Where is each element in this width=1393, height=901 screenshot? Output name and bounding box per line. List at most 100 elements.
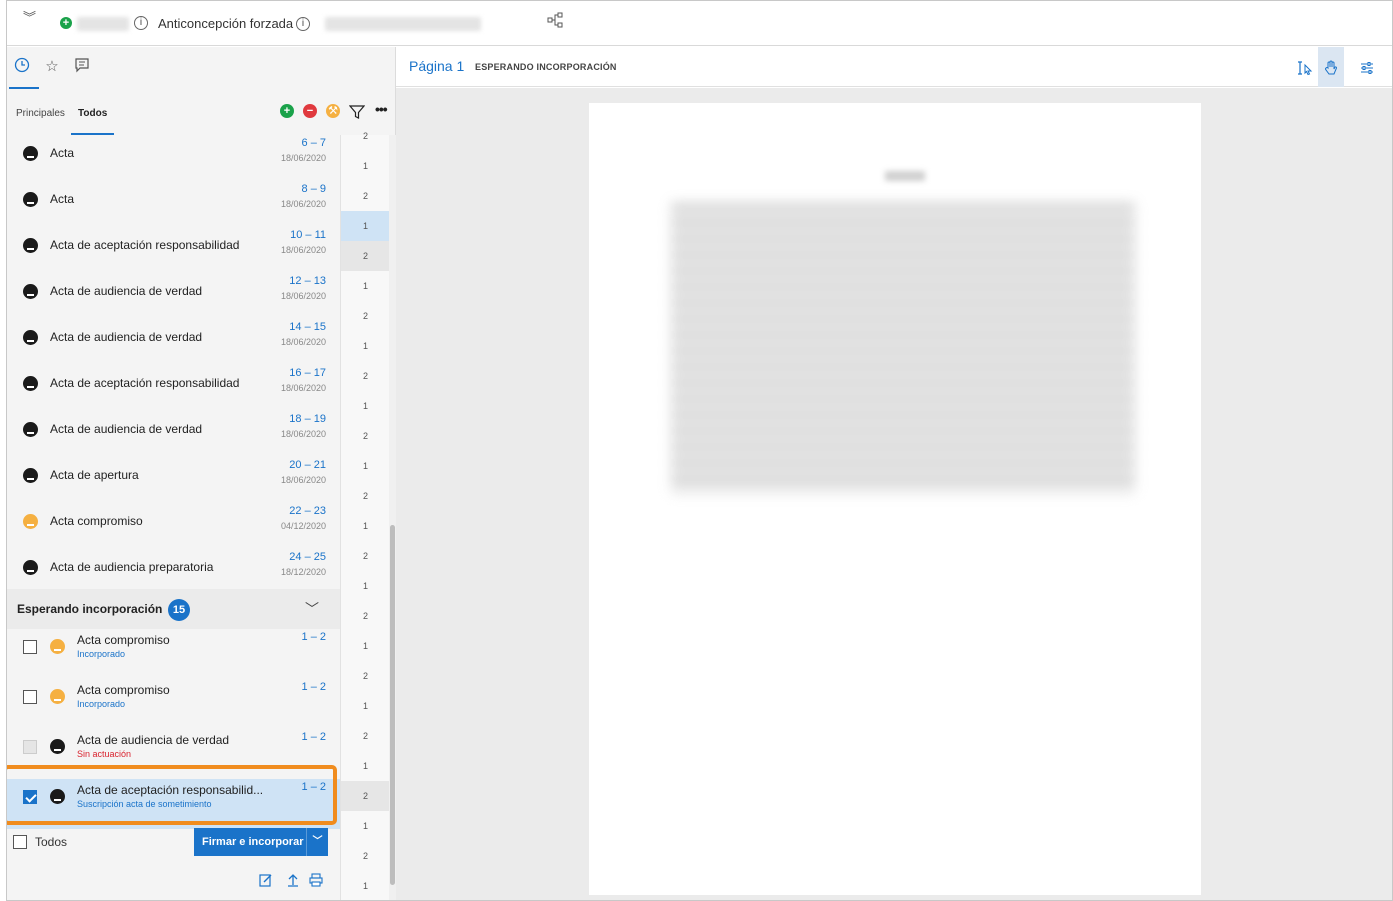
- waiting-item[interactable]: Acta compromiso Incorporado 1 – 2: [7, 629, 340, 679]
- waiting-item-selected[interactable]: Acta de aceptación responsabilid... Susc…: [7, 779, 340, 829]
- page-number[interactable]: 2: [341, 601, 390, 631]
- chevron-down-icon[interactable]: ﹀: [305, 599, 319, 619]
- gavel-icon[interactable]: ⚒: [326, 104, 340, 118]
- waiting-section-header[interactable]: Esperando incorporación 15 ﹀: [7, 589, 340, 629]
- waiting-item-label: Acta compromiso: [77, 683, 170, 697]
- page-number[interactable]: 1: [341, 871, 390, 900]
- hierarchy-icon[interactable]: [547, 12, 563, 28]
- page-number[interactable]: 2: [341, 541, 390, 571]
- stamp-icon: [23, 330, 38, 345]
- upload-icon[interactable]: [286, 873, 300, 887]
- page-range-link[interactable]: 24 – 25: [289, 551, 326, 563]
- page-number[interactable]: 2: [341, 421, 390, 451]
- document-label: Acta de aceptación responsabilidad: [50, 376, 240, 390]
- page-number[interactable]: 2: [341, 661, 390, 691]
- document-viewer[interactable]: [396, 88, 1392, 900]
- document-page: [589, 103, 1201, 895]
- scrollbar-thumb[interactable]: [390, 525, 395, 885]
- page-range-link[interactable]: 18 – 19: [289, 413, 326, 425]
- stamp-icon: [50, 789, 65, 804]
- page-number[interactable]: 2: [341, 181, 390, 211]
- page-range-link[interactable]: 10 – 11: [290, 229, 326, 241]
- page-number[interactable]: 1: [341, 271, 390, 301]
- print-icon[interactable]: [309, 873, 323, 887]
- item-checkbox[interactable]: [23, 790, 37, 804]
- list-item[interactable]: Acta de audiencia de verdad 18 – 19 18/0…: [7, 411, 340, 457]
- clock-icon[interactable]: [12, 57, 32, 77]
- page-number[interactable]: 1: [341, 691, 390, 721]
- page-number[interactable]: 1: [341, 391, 390, 421]
- tab-todos[interactable]: Todos: [78, 108, 107, 119]
- edit-icon[interactable]: [259, 873, 273, 887]
- list-item[interactable]: Acta de aceptación responsabilidad 10 – …: [7, 227, 340, 273]
- collapse-chevron-icon[interactable]: ︾: [23, 7, 36, 26]
- page-number[interactable]: 2: [341, 301, 390, 331]
- page-number[interactable]: 1: [341, 451, 390, 481]
- page-number[interactable]: 2: [341, 781, 390, 811]
- list-item[interactable]: Acta de apertura 20 – 21 18/06/2020: [7, 457, 340, 503]
- page-number[interactable]: 1: [341, 331, 390, 361]
- page-number[interactable]: 2: [341, 481, 390, 511]
- waiting-item-label: Acta de aceptación responsabilid...: [77, 783, 264, 797]
- star-icon[interactable]: ☆: [42, 57, 62, 77]
- page-range-link[interactable]: 22 – 23: [289, 505, 326, 517]
- scrollbar[interactable]: [389, 135, 396, 900]
- comment-icon[interactable]: [72, 57, 92, 77]
- waiting-item[interactable]: Acta compromiso Incorporado 1 – 2: [7, 679, 340, 729]
- sign-and-incorporate-button[interactable]: Firmar e incorporar ﹀: [194, 828, 328, 856]
- page-number[interactable]: 2: [341, 241, 390, 271]
- info-icon[interactable]: i: [134, 16, 148, 30]
- page-range-link[interactable]: 1 – 2: [302, 631, 326, 643]
- list-item[interactable]: Acta 8 – 9 18/06/2020: [7, 181, 340, 227]
- page-range-link[interactable]: 20 – 21: [289, 459, 326, 471]
- select-all-checkbox[interactable]: [13, 835, 27, 849]
- text-select-icon[interactable]: [1292, 47, 1318, 87]
- item-checkbox[interactable]: [23, 690, 37, 704]
- item-checkbox[interactable]: [23, 640, 37, 654]
- gavel-icon: [50, 689, 65, 704]
- page-range-link[interactable]: 1 – 2: [302, 731, 326, 743]
- page-number[interactable]: 1: [341, 151, 390, 181]
- page-range-link[interactable]: 1 – 2: [302, 681, 326, 693]
- page-number[interactable]: 2: [341, 121, 390, 151]
- page-number[interactable]: 1: [341, 631, 390, 661]
- chevron-down-icon[interactable]: ﹀: [306, 828, 328, 856]
- waiting-item-status: Suscripción acta de sometimiento: [77, 799, 212, 809]
- page-number[interactable]: 2: [341, 841, 390, 871]
- page-range-link[interactable]: 14 – 15: [289, 321, 326, 333]
- document-date: 18/06/2020: [280, 475, 326, 485]
- redacted-case-id: [77, 17, 129, 31]
- section-title: Esperando incorporación: [17, 602, 163, 616]
- list-item[interactable]: Acta de aceptación responsabilidad 16 – …: [7, 365, 340, 411]
- waiting-item[interactable]: Acta de audiencia de verdad Sin actuació…: [7, 729, 340, 779]
- list-item[interactable]: Acta 6 – 7 18/06/2020: [7, 135, 340, 181]
- page-number[interactable]: 2: [341, 361, 390, 391]
- add-icon[interactable]: +: [60, 17, 72, 29]
- list-item[interactable]: Acta de audiencia de verdad 12 – 13 18/0…: [7, 273, 340, 319]
- remove-document-icon[interactable]: −: [303, 104, 317, 118]
- info-icon[interactable]: i: [296, 17, 310, 31]
- more-options-icon[interactable]: •••: [375, 101, 388, 117]
- list-item[interactable]: Acta compromiso 22 – 23 04/12/2020: [7, 503, 340, 549]
- page-range-link[interactable]: 16 – 17: [289, 367, 326, 379]
- page-number[interactable]: 1: [341, 511, 390, 541]
- document-date: 04/12/2020: [280, 521, 326, 531]
- page-number[interactable]: 1: [341, 751, 390, 781]
- add-document-icon[interactable]: +: [280, 104, 294, 118]
- page-range-link[interactable]: 8 – 9: [302, 183, 326, 195]
- waiting-item-status: Incorporado: [77, 649, 126, 659]
- list-item[interactable]: Acta de audiencia de verdad 14 – 15 18/0…: [7, 319, 340, 365]
- hand-icon[interactable]: [1318, 47, 1344, 87]
- tab-principales[interactable]: Principales: [16, 108, 65, 119]
- settings-sliders-icon[interactable]: [1354, 47, 1380, 87]
- page-range-link[interactable]: 6 – 7: [302, 137, 326, 149]
- page-number[interactable]: 1: [341, 811, 390, 841]
- page-range-link[interactable]: 1 – 2: [302, 781, 326, 793]
- document-label: Acta de audiencia de verdad: [50, 330, 203, 344]
- page-number[interactable]: 2: [341, 721, 390, 751]
- sign-button-label: Firmar e incorporar: [202, 836, 304, 848]
- page-number[interactable]: 1: [341, 211, 390, 241]
- page-number[interactable]: 1: [341, 571, 390, 601]
- filter-icon[interactable]: [349, 104, 365, 120]
- page-range-link[interactable]: 12 – 13: [289, 275, 326, 287]
